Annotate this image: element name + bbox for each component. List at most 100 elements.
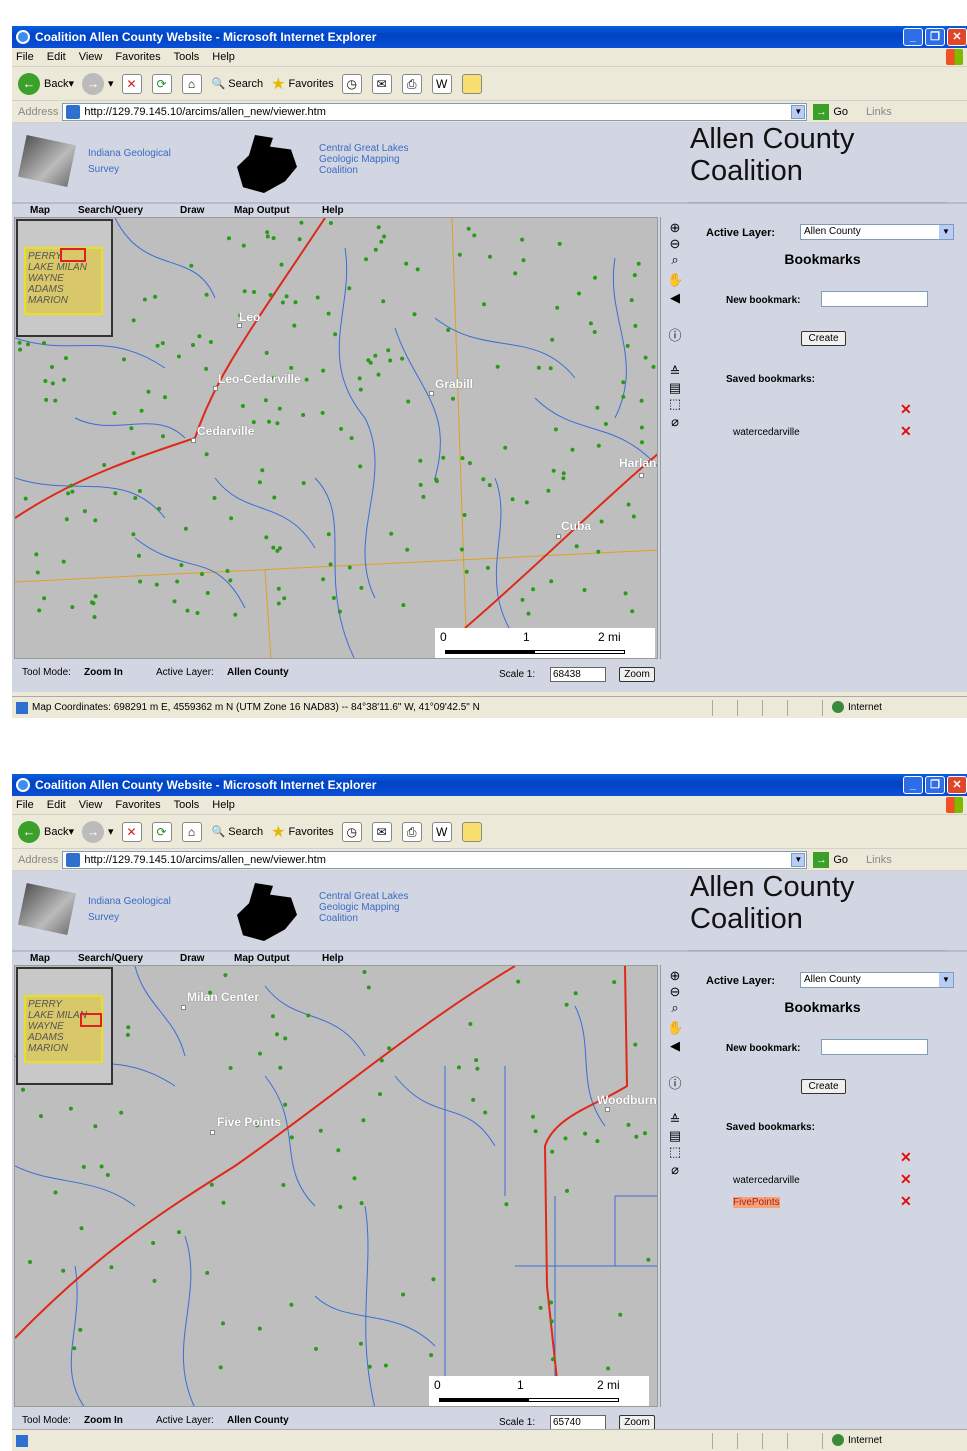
full-extent-icon[interactable]: ⌕ — [667, 253, 683, 267]
measure-icon[interactable]: ≙ — [667, 1113, 683, 1127]
menu-tools[interactable]: Tools — [174, 799, 200, 811]
identify-icon[interactable]: ⓘ — [667, 329, 683, 343]
delete-bookmark-icon[interactable]: ✕ — [900, 1171, 912, 1188]
select-icon[interactable]: ▤ — [667, 1129, 683, 1143]
minimize-button[interactable]: _ — [903, 28, 923, 46]
create-bookmark-button[interactable]: Create — [801, 331, 846, 346]
favorites-button[interactable]: ★ Favorites — [271, 74, 334, 94]
identify-icon[interactable]: ⓘ — [667, 1077, 683, 1091]
zoom-in-icon[interactable]: ⊕ — [667, 969, 683, 983]
menu-view[interactable]: View — [79, 799, 103, 811]
app-menu-help[interactable]: Help — [322, 953, 344, 964]
print-icon[interactable]: ⎙ — [401, 821, 422, 842]
menu-favorites[interactable]: Favorites — [115, 799, 160, 811]
refresh-icon[interactable]: ⟳ — [151, 821, 172, 842]
app-menu-search-query[interactable]: Search/Query — [78, 953, 143, 964]
menu-help[interactable]: Help — [212, 799, 235, 811]
overview-map[interactable]: PERRY LAKE MILAN WAYNE ADAMS MARION — [16, 967, 113, 1085]
menu-tools[interactable]: Tools — [174, 51, 200, 63]
zoom-out-icon[interactable]: ⊖ — [667, 237, 683, 251]
menu-view[interactable]: View — [79, 51, 103, 63]
new-bookmark-input[interactable] — [821, 1039, 928, 1055]
delete-bookmark-icon[interactable]: ✕ — [900, 423, 912, 440]
chevron-down-icon[interactable]: ▼ — [791, 852, 806, 867]
scale-input[interactable]: 65740 — [550, 1415, 606, 1430]
bookmark-item[interactable]: watercedarville — [733, 1175, 800, 1186]
history-icon[interactable]: ◷ — [341, 821, 362, 842]
address-input[interactable]: http://129.79.145.10/arcims/allen_new/vi… — [62, 850, 808, 869]
delete-all-icon[interactable]: ✕ — [900, 1149, 912, 1166]
minimize-button[interactable]: _ — [903, 776, 923, 794]
app-menu-draw[interactable]: Draw — [180, 953, 204, 964]
mail-icon[interactable]: ✉ — [371, 73, 392, 94]
app-menu-draw[interactable]: Draw — [180, 205, 204, 216]
stop-icon[interactable]: ✕ — [121, 821, 142, 842]
menu-file[interactable]: File — [16, 51, 34, 63]
new-bookmark-input[interactable] — [821, 291, 928, 307]
address-input[interactable]: http://129.79.145.10/arcims/allen_new/vi… — [62, 102, 808, 121]
search-button[interactable]: 🔍 Search — [212, 77, 264, 91]
search-button[interactable]: 🔍 Search — [212, 825, 264, 839]
app-menu-search-query[interactable]: Search/Query — [78, 205, 143, 216]
menu-file[interactable]: File — [16, 799, 34, 811]
map-view[interactable]: PERRY LAKE MILAN WAYNE ADAMS MARION Mila… — [14, 965, 658, 1407]
home-icon[interactable]: ⌂ — [181, 821, 202, 842]
bookmark-item[interactable]: watercedarville — [733, 427, 800, 438]
menu-edit[interactable]: Edit — [47, 799, 66, 811]
back-extent-icon[interactable]: ◀ — [667, 291, 683, 305]
chevron-down-icon[interactable]: ▼ — [791, 104, 806, 119]
scale-input[interactable]: 68438 — [550, 667, 606, 682]
zoom-button[interactable]: Zoom — [619, 1415, 655, 1430]
active-layer-select[interactable]: Allen County ▼ — [800, 972, 954, 988]
delete-bookmark-icon[interactable]: ✕ — [900, 1193, 912, 1210]
close-button[interactable]: ✕ — [947, 28, 967, 46]
select-rect-icon[interactable]: ⬚ — [667, 397, 683, 411]
full-extent-icon[interactable]: ⌕ — [667, 1001, 683, 1015]
history-icon[interactable]: ◷ — [341, 73, 362, 94]
create-bookmark-button[interactable]: Create — [801, 1079, 846, 1094]
back-button[interactable]: ← Back ▾ — [18, 72, 74, 95]
close-button[interactable]: ✕ — [947, 776, 967, 794]
home-icon[interactable]: ⌂ — [181, 73, 202, 94]
pan-hand-icon[interactable]: ✋ — [667, 1021, 683, 1035]
clear-icon[interactable]: ⌀ — [667, 1163, 683, 1177]
restore-button[interactable]: ❐ — [925, 28, 945, 46]
go-button[interactable]: → Go — [813, 103, 848, 120]
edit-icon[interactable]: W — [431, 821, 452, 842]
overview-map[interactable]: PERRY LAKE MILAN WAYNE ADAMS MARION — [16, 219, 113, 337]
print-icon[interactable]: ⎙ — [401, 73, 422, 94]
links-toolbar[interactable]: Links — [866, 854, 892, 866]
go-button[interactable]: → Go — [813, 851, 848, 868]
folder-icon[interactable] — [461, 821, 482, 842]
zoom-out-icon[interactable]: ⊖ — [667, 985, 683, 999]
active-layer-select[interactable]: Allen County ▼ — [800, 224, 954, 240]
back-extent-icon[interactable]: ◀ — [667, 1039, 683, 1053]
bookmark-item-selected[interactable]: FivePoints — [733, 1197, 780, 1208]
app-menu-map-output[interactable]: Map Output — [234, 953, 290, 964]
links-toolbar[interactable]: Links — [866, 106, 892, 118]
app-menu-map[interactable]: Map — [30, 205, 50, 216]
select-rect-icon[interactable]: ⬚ — [667, 1145, 683, 1159]
map-view[interactable]: PERRY LAKE MILAN WAYNE ADAMS MARION Leo … — [14, 217, 658, 659]
menu-favorites[interactable]: Favorites — [115, 51, 160, 63]
pan-hand-icon[interactable]: ✋ — [667, 273, 683, 287]
edit-icon[interactable]: W — [431, 73, 452, 94]
measure-icon[interactable]: ≙ — [667, 365, 683, 379]
favorites-button[interactable]: ★ Favorites — [271, 822, 334, 842]
menu-help[interactable]: Help — [212, 51, 235, 63]
forward-button[interactable]: → ▾ — [82, 820, 114, 843]
restore-button[interactable]: ❐ — [925, 776, 945, 794]
app-menu-map[interactable]: Map — [30, 953, 50, 964]
back-button[interactable]: ← Back ▾ — [18, 820, 74, 843]
zoom-in-icon[interactable]: ⊕ — [667, 221, 683, 235]
folder-icon[interactable] — [461, 73, 482, 94]
app-menu-map-output[interactable]: Map Output — [234, 205, 290, 216]
stop-icon[interactable]: ✕ — [121, 73, 142, 94]
delete-all-icon[interactable]: ✕ — [900, 401, 912, 418]
menu-edit[interactable]: Edit — [47, 51, 66, 63]
forward-button[interactable]: → ▾ — [82, 72, 114, 95]
select-icon[interactable]: ▤ — [667, 381, 683, 395]
refresh-icon[interactable]: ⟳ — [151, 73, 172, 94]
app-menu-help[interactable]: Help — [322, 205, 344, 216]
zoom-button[interactable]: Zoom — [619, 667, 655, 682]
